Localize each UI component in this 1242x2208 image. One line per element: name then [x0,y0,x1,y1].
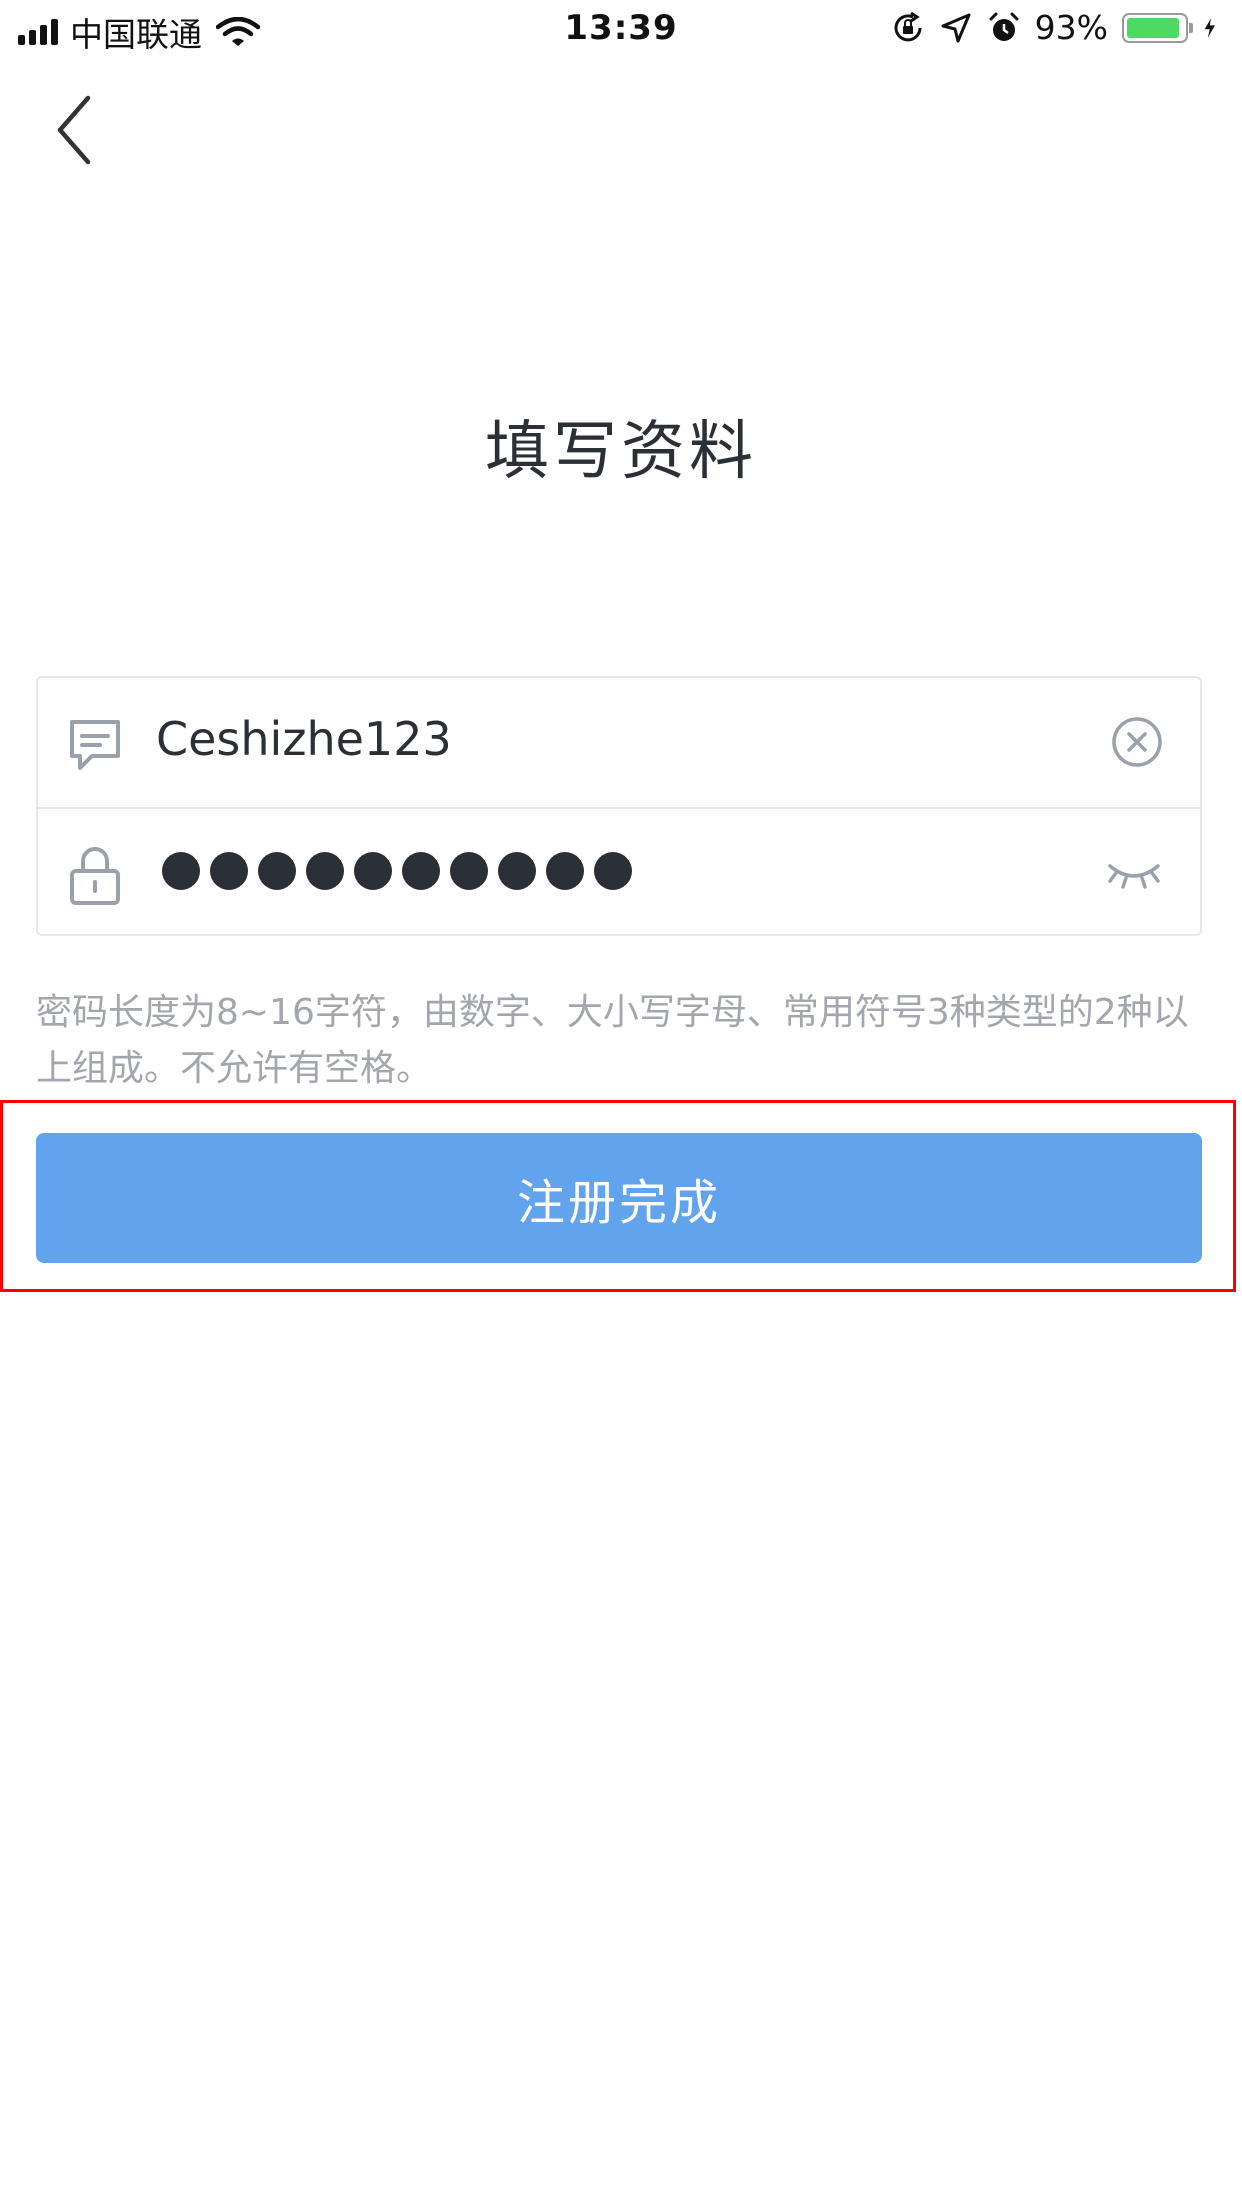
password-field[interactable] [38,808,1200,937]
status-right: 93% [891,8,1224,47]
location-arrow-icon [941,13,971,42]
password-dot [450,852,488,890]
username-input[interactable]: Ceshizhe123 [156,712,452,766]
password-input[interactable] [162,852,632,890]
battery-percent: 93% [1034,8,1108,47]
register-profile-screen: 中国联通 13:39 93% 填写资料 Ceshizhe123 密码长度为8~1… [0,0,1242,2208]
password-hint: 密码长度为8~16字符，由数字、大小写字母、常用符号3种类型的2种以上组成。不允… [36,992,1189,1089]
charging-icon [1204,17,1215,38]
page-title: 填写资料 [485,415,757,489]
battery-fill [1127,17,1180,38]
message-icon [70,720,120,770]
password-dot [402,852,440,890]
status-bar: 中国联通 13:39 93% [0,0,1242,62]
chevron-left-icon[interactable] [40,90,110,170]
password-dot [546,852,584,890]
password-dot [162,852,200,890]
password-dot [306,852,344,890]
eye-closed-icon[interactable] [1104,856,1164,890]
clear-circle-icon[interactable] [1110,715,1164,769]
orientation-lock-icon [894,11,922,41]
form-card: Ceshizhe123 [36,676,1202,936]
lock-icon [70,847,120,905]
battery-icon [1122,12,1193,43]
password-dot [594,852,632,890]
alarm-icon [989,12,1019,41]
password-dot [354,852,392,890]
password-dot [498,852,536,890]
battery-tip [1189,22,1193,33]
register-complete-button[interactable]: 注册完成 [36,1133,1202,1263]
username-field[interactable]: Ceshizhe123 [38,678,1200,809]
password-dot [210,852,248,890]
password-dot [258,852,296,890]
